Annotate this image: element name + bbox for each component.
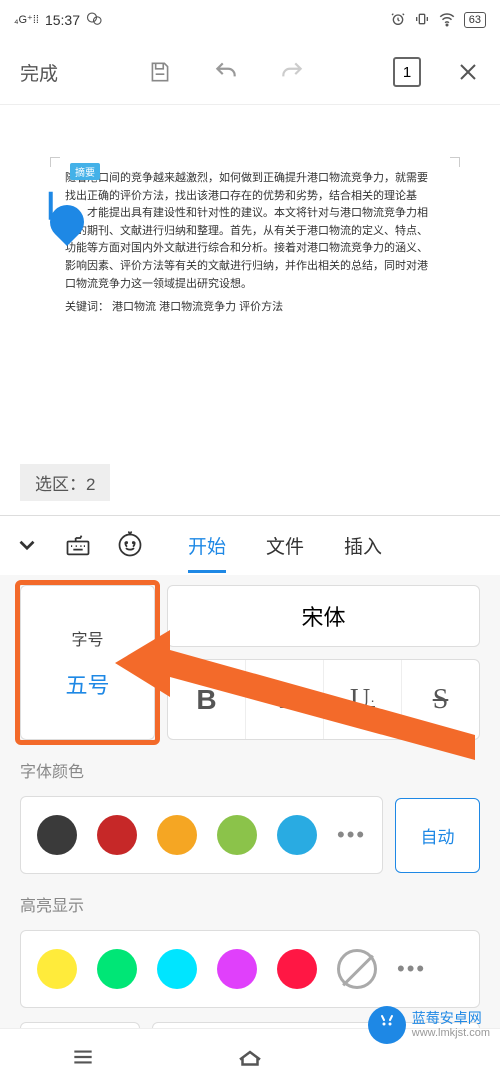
highlight-swatch[interactable] bbox=[277, 949, 317, 989]
signal-icon: ₄G⁺⁞⁞ bbox=[14, 15, 39, 26]
page-corner bbox=[50, 157, 60, 167]
chevron-down-icon[interactable] bbox=[14, 532, 42, 560]
doc-keywords[interactable]: 关键词： 港口物流 港口物流竞争力 评价方法 bbox=[65, 299, 435, 317]
section-font-color: 字体颜色 bbox=[20, 758, 480, 782]
watermark-url: www.lmkjst.com bbox=[412, 1027, 490, 1040]
redo-icon[interactable] bbox=[279, 59, 305, 85]
doc-body[interactable]: 随着港口间的竞争越来越激烈，如何做到正确提升港口物流竞争力，就需要找出正确的评价… bbox=[65, 170, 435, 293]
highlight-swatch[interactable] bbox=[217, 949, 257, 989]
panel-tabs: 开始 文件 插入 bbox=[0, 515, 500, 575]
highlight-swatch[interactable] bbox=[157, 949, 197, 989]
color-swatch[interactable] bbox=[37, 815, 77, 855]
bold-button[interactable]: B bbox=[168, 660, 246, 739]
done-button[interactable]: 完成 bbox=[20, 59, 58, 86]
highlight-swatch[interactable] bbox=[37, 949, 77, 989]
nav-home-icon[interactable] bbox=[232, 1039, 268, 1075]
page-corner bbox=[450, 157, 460, 167]
color-swatch[interactable] bbox=[97, 815, 137, 855]
watermark-logo-icon bbox=[368, 1006, 406, 1044]
more-colors-icon[interactable]: ••• bbox=[337, 822, 366, 848]
tab-start[interactable]: 开始 bbox=[188, 532, 226, 559]
keyboard-icon[interactable] bbox=[64, 531, 94, 561]
selection-count: 选区：2 bbox=[20, 464, 110, 501]
no-highlight-icon[interactable] bbox=[337, 949, 377, 989]
status-bar: ₄G⁺⁞⁞ 15:37 63 bbox=[0, 0, 500, 40]
nav-menu-icon[interactable] bbox=[65, 1039, 101, 1075]
color-swatch[interactable] bbox=[157, 815, 197, 855]
undo-icon[interactable] bbox=[213, 59, 239, 85]
color-swatch[interactable] bbox=[217, 815, 257, 855]
page-indicator[interactable]: 1 bbox=[393, 57, 421, 87]
font-size-label: 字号 bbox=[71, 626, 103, 650]
editor-toolbar: 完成 1 bbox=[0, 40, 500, 105]
italic-button[interactable]: I bbox=[246, 660, 324, 739]
close-icon[interactable] bbox=[456, 60, 480, 84]
more-highlight-icon[interactable]: ••• bbox=[397, 956, 426, 982]
wechat-icon bbox=[86, 10, 104, 31]
color-swatch[interactable] bbox=[277, 815, 317, 855]
underline-button[interactable]: U· bbox=[324, 660, 402, 739]
font-name-selector[interactable]: 宋体 bbox=[167, 585, 480, 647]
format-panel: 字号 五号 宋体 B I U· S 字体颜色 ••• 自动 高亮显示 bbox=[0, 575, 500, 1062]
voice-icon[interactable] bbox=[116, 531, 146, 561]
battery-indicator: 63 bbox=[464, 12, 486, 28]
highlight-palette: ••• bbox=[20, 930, 480, 1008]
tab-insert[interactable]: 插入 bbox=[344, 532, 382, 559]
document-canvas[interactable]: 摘要 随着港口间的竞争越来越激烈，如何做到正确提升港口物流竞争力，就需要找出正确… bbox=[0, 105, 500, 515]
vibrate-icon bbox=[414, 11, 430, 30]
highlight-swatch[interactable] bbox=[97, 949, 137, 989]
status-time: 15:37 bbox=[45, 12, 80, 28]
tutorial-highlight bbox=[15, 580, 160, 745]
auto-color-button[interactable]: 自动 bbox=[395, 798, 480, 873]
save-icon[interactable] bbox=[147, 59, 173, 85]
strikethrough-button[interactable]: S bbox=[402, 660, 479, 739]
tab-file[interactable]: 文件 bbox=[266, 532, 304, 559]
alarm-icon bbox=[390, 11, 406, 30]
watermark: 蓝莓安卓网 www.lmkjst.com bbox=[368, 1006, 490, 1044]
section-highlight: 高亮显示 bbox=[20, 892, 480, 916]
wifi-icon bbox=[438, 10, 456, 31]
font-size-value: 五号 bbox=[65, 668, 109, 700]
font-color-palette: ••• bbox=[20, 796, 383, 874]
heading-badge: 摘要 bbox=[70, 163, 100, 180]
watermark-name: 蓝莓安卓网 bbox=[412, 1010, 490, 1027]
font-size-selector[interactable]: 字号 五号 bbox=[20, 585, 155, 740]
